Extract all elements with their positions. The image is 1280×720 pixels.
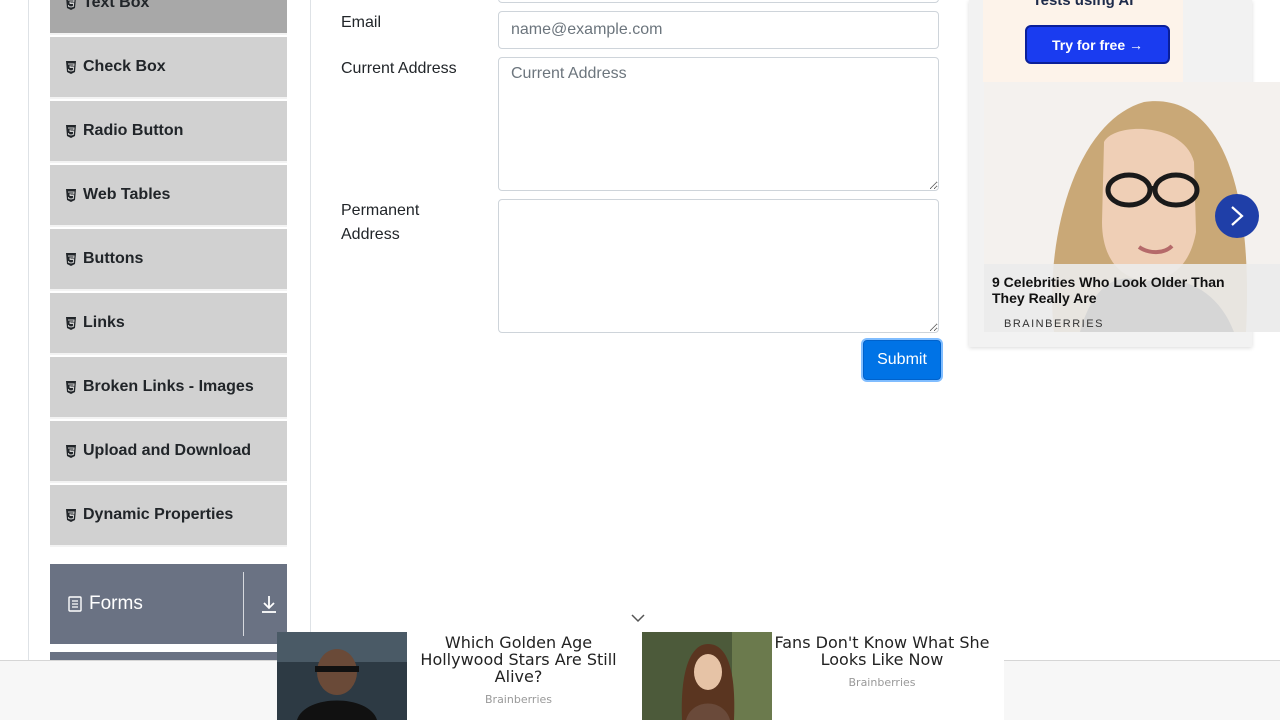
ad-2-title[interactable]: Fans Don't Know What She Looks Like Now bbox=[774, 634, 990, 668]
sidebar-item-dynamic-properties[interactable]: Dynamic Properties bbox=[50, 485, 287, 547]
sidebar-right-border bbox=[310, 0, 311, 720]
girl-in-forest-image bbox=[642, 632, 772, 720]
current-address-textarea[interactable] bbox=[498, 57, 939, 191]
ad-thumbnail-2[interactable] bbox=[642, 632, 772, 720]
submit-button[interactable]: Submit bbox=[863, 340, 941, 380]
previous-field-edge bbox=[498, 0, 939, 3]
permanent-address-label-line1: Permanent bbox=[341, 202, 420, 219]
document-icon bbox=[68, 596, 82, 612]
ad-next-button[interactable] bbox=[1215, 194, 1259, 238]
sidebar-item-label: Web Tables bbox=[83, 186, 171, 203]
html5-icon bbox=[66, 0, 76, 10]
ad-caption: 9 Celebrities Who Look Older Than They R… bbox=[984, 264, 1280, 332]
forms-group-label: Forms bbox=[89, 593, 143, 614]
sidebar-item-check-box[interactable]: Check Box bbox=[50, 37, 287, 99]
sidebar-item-radio-button[interactable]: Radio Button bbox=[50, 101, 287, 163]
permanent-address-label-line2: Address bbox=[341, 226, 400, 243]
html5-icon bbox=[66, 380, 76, 394]
right-advertisement[interactable]: Tests using AI Try for free → 9 Celebrit… bbox=[969, 0, 1280, 347]
sidebar-item-label: Text Box bbox=[83, 0, 150, 11]
sidebar-item-upload-download[interactable]: Upload and Download bbox=[50, 421, 287, 483]
current-address-label: Current Address bbox=[341, 60, 457, 77]
email-label: Email bbox=[341, 14, 382, 31]
html5-icon bbox=[66, 60, 76, 74]
sidebar-item-label: Broken Links - Images bbox=[83, 378, 254, 395]
sidebar-item-label: Buttons bbox=[83, 250, 144, 267]
ad-1-brand: Brainberries bbox=[485, 693, 552, 706]
html5-icon bbox=[66, 508, 76, 522]
sidebar-item-broken-links[interactable]: Broken Links - Images bbox=[50, 357, 287, 419]
sidebar-item-text-box[interactable]: Text Box bbox=[50, 0, 287, 35]
ad-thumbnail-1[interactable] bbox=[277, 632, 407, 720]
page-left-border bbox=[28, 0, 29, 720]
email-field[interactable] bbox=[498, 11, 939, 49]
try-for-free-button[interactable]: Try for free → bbox=[1025, 25, 1170, 64]
man-in-suit-image bbox=[277, 632, 407, 720]
chevron-right-icon bbox=[1231, 206, 1244, 226]
sidebar-item-label: Radio Button bbox=[83, 122, 184, 139]
ad-top-panel: Tests using AI Try for free → bbox=[983, 0, 1183, 82]
sidebar-item-label: Links bbox=[83, 314, 125, 331]
sidebar-item-label: Check Box bbox=[83, 58, 166, 75]
sidebar-item-links[interactable]: Links bbox=[50, 293, 287, 355]
html5-icon bbox=[66, 188, 76, 202]
chevron-down-icon[interactable] bbox=[630, 612, 646, 624]
ad-top-text: Tests using AI bbox=[1032, 0, 1134, 9]
html5-icon bbox=[66, 124, 76, 138]
group-divider bbox=[243, 572, 244, 636]
ad-2-brand: Brainberries bbox=[848, 676, 916, 689]
permanent-address-textarea[interactable] bbox=[498, 199, 939, 333]
html5-icon bbox=[66, 252, 76, 266]
permanent-address-label: Permanent Address bbox=[341, 199, 419, 247]
ad-caption-title: 9 Celebrities Who Look Older Than They R… bbox=[992, 274, 1225, 306]
sidebar-item-web-tables[interactable]: Web Tables bbox=[50, 165, 287, 227]
download-arrow-icon[interactable] bbox=[260, 594, 278, 614]
ad-1-title[interactable]: Which Golden Age Hollywood Stars Are Sti… bbox=[415, 634, 622, 685]
html5-icon bbox=[66, 316, 76, 330]
sidebar-item-label: Upload and Download bbox=[83, 442, 251, 459]
ad-caption-brand: BRAINBERRIES bbox=[1004, 318, 1104, 330]
bottom-advertisement[interactable]: Which Golden Age Hollywood Stars Are Sti… bbox=[277, 632, 1004, 720]
sidebar-item-label: Dynamic Properties bbox=[83, 506, 234, 523]
sidebar-item-buttons[interactable]: Buttons bbox=[50, 229, 287, 291]
forms-group-header[interactable]: Forms bbox=[50, 564, 287, 644]
html5-icon bbox=[66, 444, 76, 458]
